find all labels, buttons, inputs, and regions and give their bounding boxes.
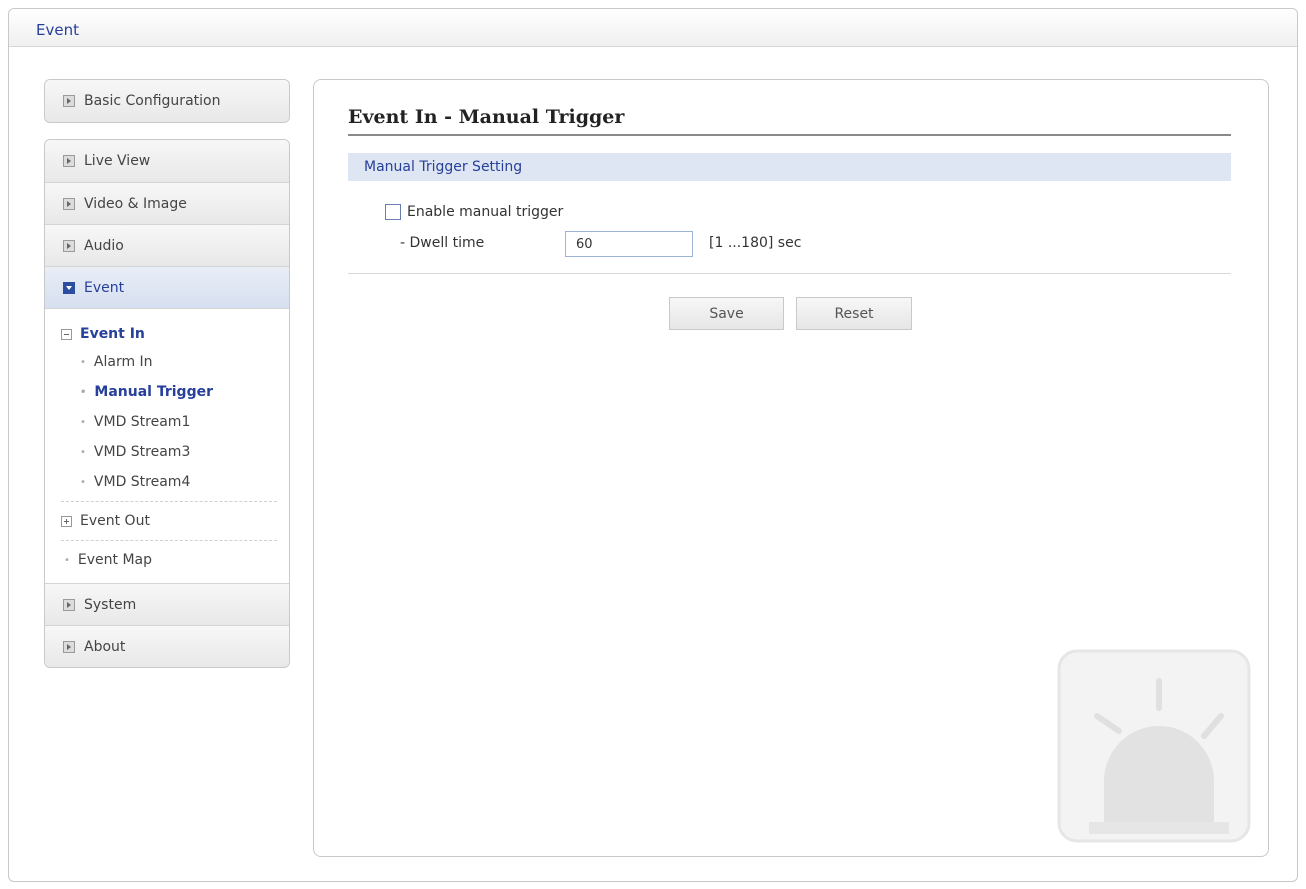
expand-arrow-icon <box>63 598 75 611</box>
tree-leaf-alarm-in[interactable]: • Alarm In <box>61 347 277 377</box>
reset-button[interactable]: Reset <box>796 297 912 330</box>
sidebar-item-live-view[interactable]: Live View <box>45 140 289 182</box>
window-title: Event <box>36 21 79 39</box>
bullet-icon: • <box>64 554 70 566</box>
tree-expand-icon[interactable] <box>61 515 72 527</box>
bullet-icon: • <box>80 356 86 368</box>
sidebar: Basic Configuration Live View Video & Im… <box>44 79 290 668</box>
save-button[interactable]: Save <box>669 297 784 330</box>
tree-node-label: Event In <box>80 326 145 342</box>
expand-arrow-icon <box>63 155 75 167</box>
bullet-icon: • <box>80 386 87 398</box>
tree-collapse-icon[interactable] <box>61 328 72 340</box>
tree-node-event-in[interactable]: Event In <box>61 321 277 347</box>
main-window: Event Basic Configuration Live View Vide… <box>8 8 1298 882</box>
content-panel: Event In - Manual Trigger Manual Trigger… <box>313 79 1269 857</box>
enable-manual-trigger-checkbox[interactable] <box>385 204 401 220</box>
sidebar-top-group: Basic Configuration <box>44 79 290 123</box>
divider <box>61 540 277 541</box>
sidebar-item-audio[interactable]: Audio <box>45 224 289 266</box>
sidebar-item-label: Live View <box>84 153 151 169</box>
event-submenu: Event In • Alarm In • Manual Trigger • V… <box>45 308 289 583</box>
enable-manual-trigger-label: Enable manual trigger <box>407 204 564 220</box>
tree-leaf-vmd-stream4[interactable]: • VMD Stream4 <box>61 467 277 497</box>
bullet-icon: • <box>80 446 86 458</box>
tree-leaf-label: VMD Stream3 <box>93 444 191 460</box>
tree-leaf-vmd-stream1[interactable]: • VMD Stream1 <box>61 407 277 437</box>
dwell-time-label: - Dwell time <box>400 235 485 251</box>
enable-manual-trigger-row[interactable]: Enable manual trigger <box>385 204 563 220</box>
sidebar-item-about[interactable]: About <box>45 625 289 667</box>
sidebar-item-system[interactable]: System <box>45 583 289 625</box>
alarm-light-icon <box>1057 649 1251 843</box>
expand-arrow-icon <box>63 95 75 107</box>
expand-arrow-icon <box>63 239 75 252</box>
tree-node-label: Event Out <box>80 513 150 529</box>
tree-leaf-label: VMD Stream1 <box>93 414 191 430</box>
section-header: Manual Trigger Setting <box>348 153 1231 181</box>
dwell-time-range: [1 ...180] sec <box>709 235 802 251</box>
title-divider <box>348 134 1231 136</box>
collapse-arrow-icon <box>63 281 75 294</box>
sidebar-item-event[interactable]: Event <box>45 266 289 308</box>
sidebar-item-label: Audio <box>84 237 124 254</box>
sidebar-item-label: Event <box>84 279 125 296</box>
bullet-icon: • <box>80 416 86 428</box>
sidebar-item-label: Video & Image <box>84 195 187 212</box>
tree-leaf-vmd-stream3[interactable]: • VMD Stream3 <box>61 437 277 467</box>
expand-arrow-icon <box>63 197 75 210</box>
window-titlebar: Event <box>9 9 1297 47</box>
sidebar-item-video-image[interactable]: Video & Image <box>45 182 289 224</box>
tree-leaf-manual-trigger[interactable]: • Manual Trigger <box>61 377 277 407</box>
content-divider <box>348 273 1231 274</box>
tree-leaf-label: Alarm In <box>93 354 153 370</box>
tree-leaf-label: Manual Trigger <box>94 384 213 400</box>
dwell-time-input[interactable] <box>565 231 693 257</box>
divider <box>61 501 277 502</box>
tree-leaf-label: VMD Stream4 <box>93 474 191 490</box>
sidebar-item-label: About <box>84 638 126 655</box>
tree-leaf-label: Event Map <box>77 552 153 568</box>
sidebar-item-label: System <box>84 596 137 613</box>
sidebar-main-group: Live View Video & Image Audio Event Even… <box>44 139 290 668</box>
sidebar-item-basic-configuration[interactable]: Basic Configuration <box>45 80 289 122</box>
tree-leaf-event-map[interactable]: • Event Map <box>61 545 277 575</box>
tree-node-event-out[interactable]: Event Out <box>61 506 277 536</box>
page-title: Event In - Manual Trigger <box>348 106 625 128</box>
bullet-icon: • <box>80 476 86 488</box>
sidebar-item-label: Basic Configuration <box>84 93 221 109</box>
expand-arrow-icon <box>63 640 75 653</box>
